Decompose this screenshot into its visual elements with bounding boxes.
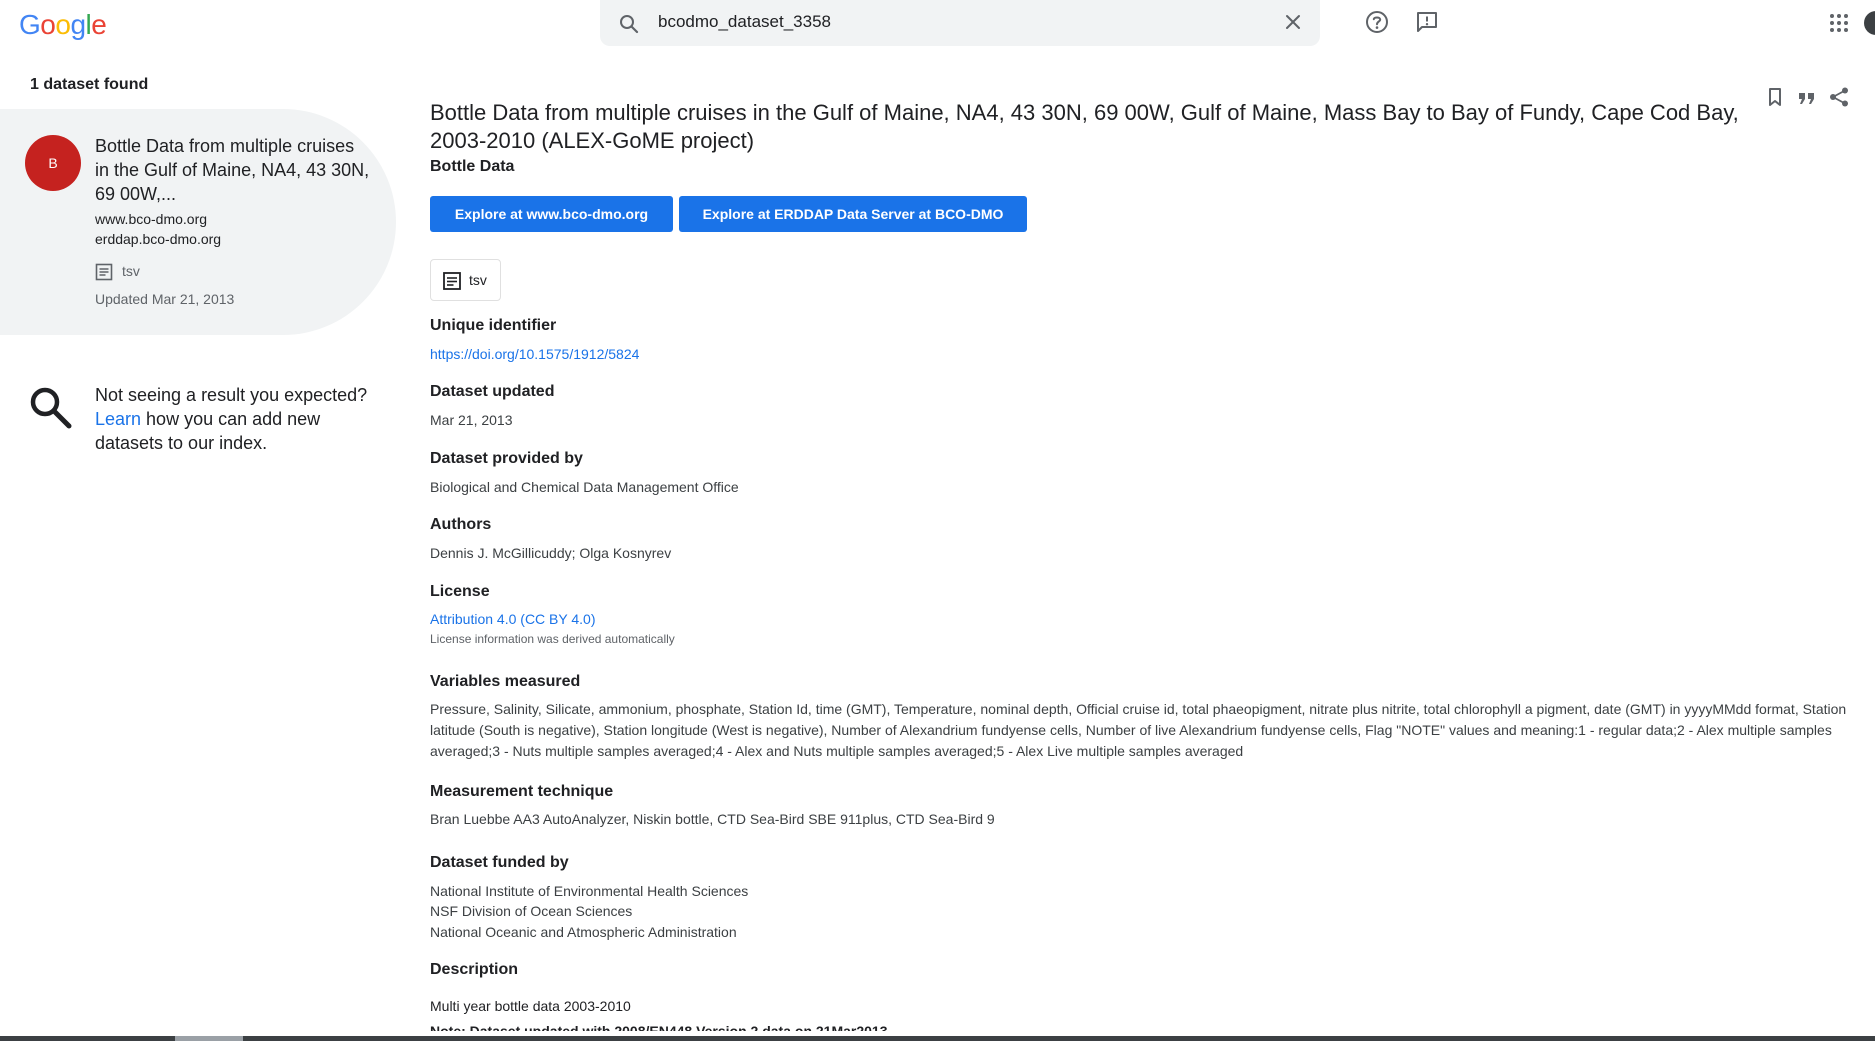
hint-text: Not seeing a result you expected? Learn … (95, 383, 385, 455)
cite-icon[interactable] (1796, 87, 1818, 109)
scrollbar-thumb[interactable] (175, 1036, 243, 1041)
result-domain: erddap.bco-dmo.org (95, 231, 222, 247)
result-avatar: B (25, 135, 81, 191)
result-title-line: Bottle Data from multiple cruises (95, 136, 355, 156)
description-line2: Note: Dataset updated with 2008/EN448 Ve… (430, 1023, 888, 1031)
technique-value: Bran Luebbe AA3 AutoAnalyzer, Niskin bot… (430, 811, 995, 827)
result-title[interactable]: Bottle Data from multiple cruises in the… (95, 134, 385, 206)
authors-label: Authors (430, 516, 492, 533)
format-chip-label: tsv (469, 272, 487, 288)
logo-letter: G (19, 9, 41, 40)
variables-value: Pressure, Salinity, Silicate, ammonium, … (430, 701, 1847, 759)
funder-item: NSF Division of Ocean Sciences (430, 903, 633, 919)
funder-item: National Oceanic and Atmospheric Adminis… (430, 924, 737, 940)
help-icon[interactable] (1364, 9, 1390, 35)
bookmark-icon[interactable] (1764, 86, 1786, 108)
apps-icon[interactable] (1828, 12, 1850, 34)
doi-link[interactable]: https://doi.org/10.1575/1912/5824 (430, 344, 639, 364)
provided-by-label: Dataset provided by (430, 450, 583, 467)
share-icon[interactable] (1828, 86, 1850, 108)
funder-item: National Institute of Environmental Heal… (430, 883, 749, 899)
explore-erddap-button[interactable]: Explore at ERDDAP Data Server at BCO-DMO (679, 196, 1027, 232)
result-title-line: in the Gulf of Maine, NA4, 43 30N, (95, 160, 370, 180)
authors-value: Dennis J. McGillicuddy; Olga Kosnyrev (430, 545, 672, 561)
google-logo[interactable]: Google (19, 9, 107, 41)
technique-label: Measurement technique (430, 783, 614, 800)
dataset-updated-label: Dataset updated (430, 383, 555, 400)
description-text-cut: Note: Dataset updated with 2008/EN448 Ve… (430, 1023, 910, 1031)
search-icon[interactable] (617, 12, 641, 36)
result-format: tsv (122, 263, 140, 279)
hint-line1: Not seeing a result you expected? (95, 385, 368, 405)
result-updated: Updated Mar 21, 2013 (95, 291, 235, 307)
close-icon[interactable] (1281, 10, 1305, 34)
license-label: License (430, 583, 490, 600)
search-icon (30, 387, 72, 429)
logo-letter: g (70, 9, 86, 40)
document-icon (443, 272, 461, 290)
feedback-icon[interactable] (1414, 9, 1440, 35)
logo-letter: e (91, 9, 107, 40)
unique-identifier-label: Unique identifier (430, 317, 557, 334)
dataset-title: Bottle Data from multiple cruises in the… (430, 100, 1739, 153)
logo-letter: o (40, 9, 56, 40)
dataset-subtitle: Bottle Data (430, 158, 515, 175)
results-count: 1 dataset found (30, 76, 149, 93)
license-link[interactable]: Attribution 4.0 (CC BY 4.0) (430, 609, 595, 629)
dataset-updated-value: Mar 21, 2013 (430, 412, 513, 428)
account-avatar[interactable] (1864, 11, 1875, 35)
horizontal-scrollbar[interactable] (0, 1036, 1875, 1041)
result-domain: www.bco-dmo.org (95, 211, 208, 227)
explore-bcodmo-button[interactable]: Explore at www.bco-dmo.org (430, 196, 673, 232)
description-label: Description (430, 961, 519, 978)
logo-letter: o (55, 9, 71, 40)
description-text: Multi year bottle data 2003-2010 (430, 998, 631, 1014)
variables-label: Variables measured (430, 673, 581, 690)
format-chip[interactable]: tsv (430, 259, 501, 301)
search-input[interactable] (658, 9, 1258, 35)
learn-link[interactable]: Learn (95, 409, 141, 429)
funded-by-label: Dataset funded by (430, 854, 569, 871)
document-icon (95, 263, 113, 281)
license-note: License information was derived automati… (430, 632, 675, 646)
result-title-line: 69 00W,... (95, 184, 177, 204)
provided-by-value: Biological and Chemical Data Management … (430, 479, 739, 495)
